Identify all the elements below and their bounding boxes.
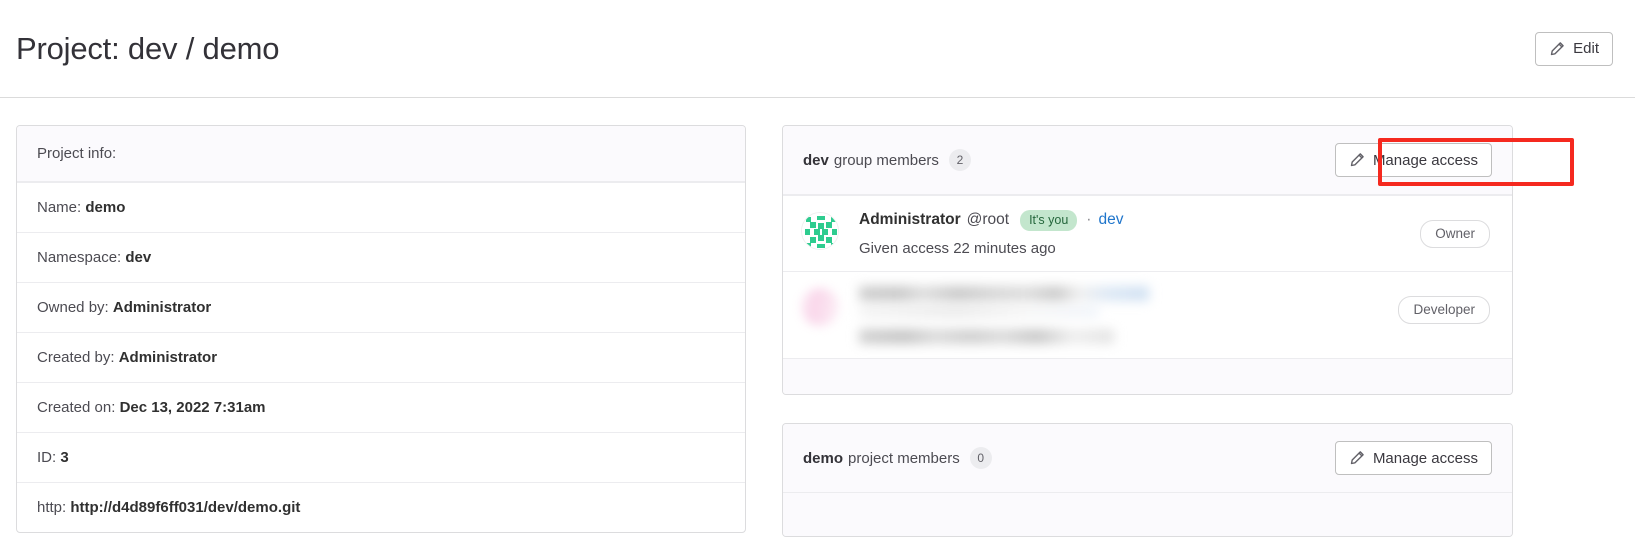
member-role-badge: Developer [1398, 296, 1490, 325]
its-you-badge: It's you [1020, 210, 1078, 231]
group-manage-access-label: Manage access [1372, 151, 1478, 169]
member-access-text: Given access 22 minutes ago [859, 240, 1056, 257]
separator: · [1086, 211, 1092, 229]
info-value: demo [85, 199, 126, 216]
info-value: Dec 13, 2022 7:31am [119, 399, 266, 416]
info-row: Name: demo [17, 182, 745, 232]
info-label: Created on: [37, 399, 116, 416]
member-role-badge: Owner [1420, 220, 1490, 249]
project-info-heading: Project info: [37, 145, 117, 162]
info-label: http: [37, 499, 67, 516]
avatar [801, 288, 839, 326]
member-name[interactable]: Administrator [859, 211, 961, 230]
redacted-bar [859, 329, 1114, 344]
project-manage-access-label: Manage access [1372, 449, 1478, 467]
project-info-header: Project info: [17, 126, 745, 182]
group-members-card: dev group members 2 Manage access Admini… [782, 125, 1513, 395]
info-value: 3 [60, 449, 69, 466]
project-members-count: 0 [969, 447, 992, 469]
project-name: demo [803, 449, 844, 467]
info-value: Administrator [112, 299, 212, 316]
group-members-footer [783, 358, 1512, 394]
project-info-card: Project info: Name: demo Namespace: dev … [16, 125, 746, 533]
info-row: Namespace: dev [17, 232, 745, 282]
identicon-pattern [802, 213, 838, 249]
page-title: Project: dev / demo [16, 30, 280, 66]
page-content: Project info: Name: demo Namespace: dev … [0, 98, 1635, 537]
member-row: Developer [783, 271, 1512, 358]
info-label: Name: [37, 199, 82, 216]
group-members-header: dev group members 2 Manage access [783, 126, 1512, 195]
avatar [801, 212, 839, 250]
project-members-title: demo project members 0 [803, 447, 992, 469]
info-row: ID: 3 [17, 432, 745, 482]
pencil-icon [1349, 152, 1365, 168]
project-members-empty-area [783, 493, 1512, 536]
edit-button[interactable]: Edit [1535, 31, 1613, 66]
info-row: Created by: Administrator [17, 332, 745, 382]
redacted-bar [859, 286, 1149, 301]
info-row-repo-url: http: http://d4d89f6ff031/dev/demo.git [17, 482, 745, 532]
group-members-count: 2 [948, 149, 971, 171]
project-members-header: demo project members 0 Manage access [783, 424, 1512, 493]
pencil-icon [1349, 450, 1365, 466]
admin-project-page: Project: dev / demo Edit Project info: N… [0, 0, 1635, 540]
group-name: dev [803, 151, 829, 169]
info-value: dev [125, 249, 152, 266]
info-label: Created by: [37, 349, 115, 366]
right-column: dev group members 2 Manage access Admini… [782, 125, 1513, 537]
info-value: http://d4d89f6ff031/dev/demo.git [70, 499, 301, 516]
page-header: Project: dev / demo Edit [0, 0, 1635, 98]
member-row: Administrator @root It's you · dev Given… [783, 195, 1512, 271]
member-group-link[interactable]: dev [1098, 211, 1123, 230]
info-row: Owned by: Administrator [17, 282, 745, 332]
member-identity: Administrator @root It's you · dev [859, 210, 1492, 231]
pencil-icon [1549, 41, 1565, 57]
edit-button-label: Edit [1573, 40, 1599, 57]
left-column: Project info: Name: demo Namespace: dev … [16, 125, 746, 533]
group-members-label: group members [833, 151, 939, 169]
info-label: Namespace: [37, 249, 122, 266]
member-handle: @root [966, 211, 1010, 229]
member-details: Administrator @root It's you · dev Given… [859, 210, 1492, 257]
info-label: ID: [37, 449, 57, 466]
project-manage-access-button[interactable]: Manage access [1334, 441, 1492, 475]
member-identity-redacted [859, 286, 1492, 344]
project-members-card: demo project members 0 Manage access [782, 423, 1513, 537]
group-members-title: dev group members 2 [803, 149, 971, 171]
info-row: Created on: Dec 13, 2022 7:31am [17, 382, 745, 432]
project-members-label: project members [848, 449, 960, 467]
redacted-bar [859, 307, 1099, 317]
group-manage-access-button[interactable]: Manage access [1334, 143, 1492, 177]
member-details [859, 286, 1492, 344]
info-label: Owned by: [37, 299, 109, 316]
info-value: Administrator [118, 349, 218, 366]
